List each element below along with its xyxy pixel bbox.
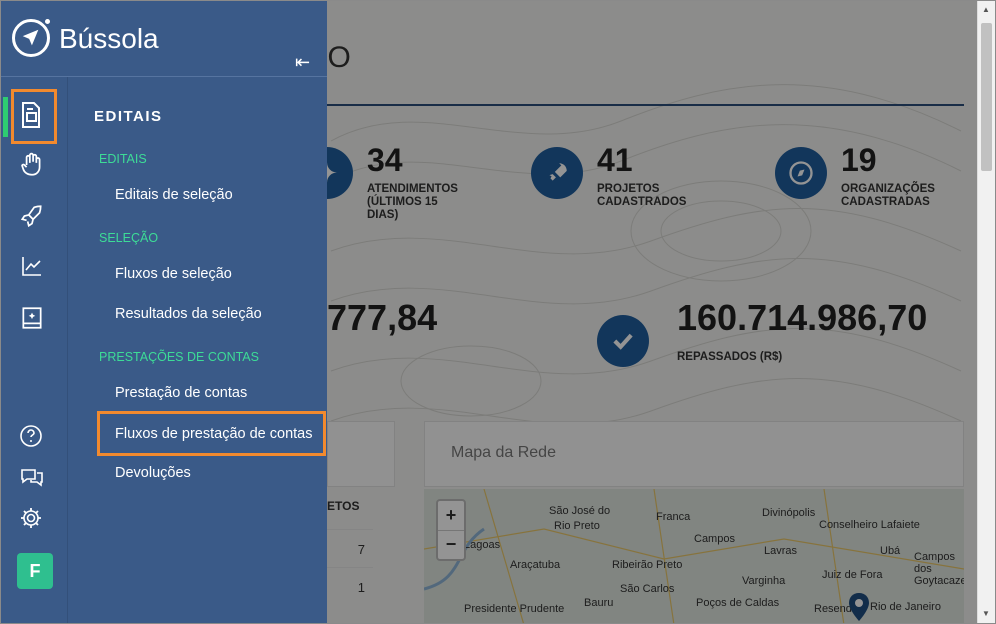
sidebar: Bússola ⇤ F EDITAIS EDITAIS Editais de s… [1, 1, 327, 623]
gear-icon[interactable] [19, 506, 43, 535]
chart-line-icon[interactable] [19, 254, 45, 283]
collapse-sidebar-icon[interactable]: ⇤ [295, 52, 310, 73]
group-label-selecao: SELEÇÃO [99, 231, 159, 245]
page-scrollbar[interactable]: ▲ ▼ [977, 1, 995, 623]
menu-item-devolucoes[interactable]: Devoluções [115, 465, 191, 481]
rocket-nav-icon[interactable] [19, 203, 45, 234]
menu-item-prestacao-de-contas[interactable]: Prestação de contas [115, 385, 247, 401]
menu-item-fluxos-de-prestacao-de-contas[interactable]: Fluxos de prestação de contas [115, 426, 312, 442]
help-icon[interactable] [19, 424, 43, 453]
hand-heart-icon[interactable] [19, 152, 45, 183]
active-indicator [3, 97, 8, 137]
brand-name: Bússola [59, 23, 159, 54]
chat-icon[interactable] [19, 465, 45, 494]
group-label-editais: EDITAIS [99, 152, 147, 166]
menu-item-fluxos-de-selecao[interactable]: Fluxos de seleção [115, 266, 232, 282]
book-sparkle-icon[interactable] [19, 305, 45, 336]
document-icon[interactable] [19, 101, 43, 134]
avatar[interactable]: F [17, 553, 53, 589]
brand-header: Bússola ⇤ [1, 1, 327, 77]
menu-item-editais-de-selecao[interactable]: Editais de seleção [115, 187, 233, 203]
scrollbar-thumb[interactable] [981, 23, 992, 171]
scroll-down-icon[interactable]: ▼ [982, 609, 990, 618]
menu-item-resultados-da-selecao[interactable]: Resultados da seleção [115, 306, 262, 322]
section-title: EDITAIS [94, 108, 163, 125]
scroll-up-icon[interactable]: ▲ [982, 5, 990, 14]
group-label-prestacoes: PRESTAÇÕES DE CONTAS [99, 350, 259, 364]
